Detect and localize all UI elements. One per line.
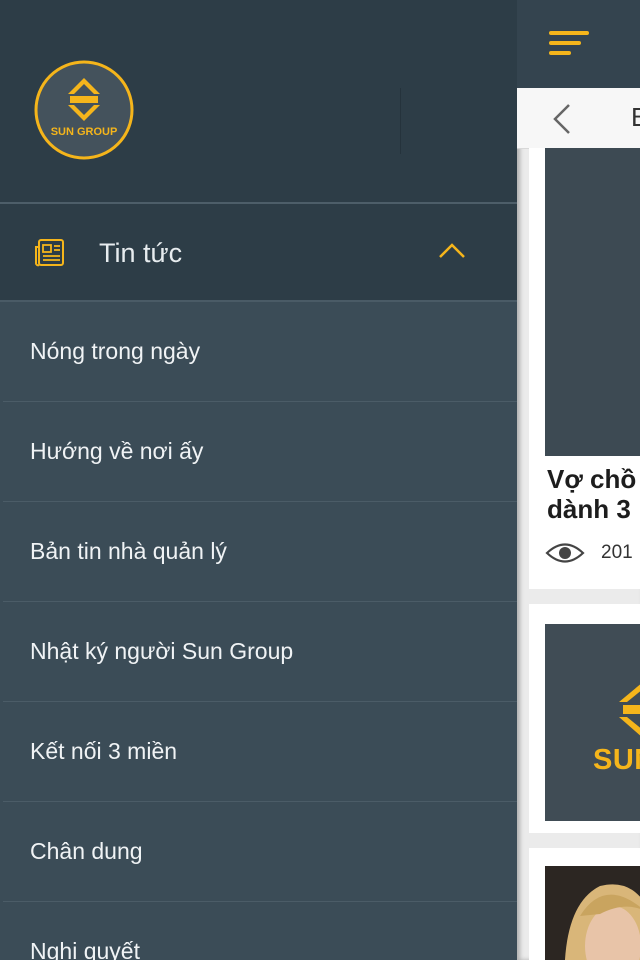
sun-group-logo[interactable]: SUN GROUP bbox=[34, 60, 134, 160]
article-image: SUN G bbox=[545, 624, 640, 821]
section-label: Tin tức bbox=[99, 238, 183, 268]
menu-icon[interactable] bbox=[548, 29, 590, 57]
menu-item-nhat-ky-nguoi-sun-group[interactable]: Nhật ký người Sun Group bbox=[3, 602, 517, 702]
article-card[interactable] bbox=[529, 848, 640, 960]
menu-item-huong-ve-noi-ay[interactable]: Hướng về nơi ấy bbox=[3, 402, 517, 502]
article-title: Vợ chồ dành 3 bbox=[547, 464, 637, 524]
nav-title: B bbox=[631, 102, 640, 132]
menu-item-label: Nghị quyết bbox=[30, 938, 140, 960]
article-card[interactable]: SUN G bbox=[529, 604, 640, 833]
menu-item-label: Chân dung bbox=[30, 838, 143, 864]
navigation-drawer: SUN GROUP Tin tức Nóng trong ngày Hướng … bbox=[0, 0, 517, 960]
menu-item-ket-noi-3-mien[interactable]: Kết nối 3 miền bbox=[3, 702, 517, 802]
drawer-header: SUN GROUP bbox=[0, 0, 517, 202]
divider bbox=[400, 88, 401, 154]
logo-text: SUN GROUP bbox=[51, 126, 118, 138]
menu-item-nghi-quyet[interactable]: Nghị quyết bbox=[3, 902, 517, 960]
menu-item-chan-dung[interactable]: Chân dung bbox=[3, 802, 517, 902]
menu-item-label: Nóng trong ngày bbox=[30, 338, 201, 364]
back-icon[interactable] bbox=[551, 103, 573, 135]
main-content: B Vợ chồ dành 3 201 SUN G bbox=[517, 0, 640, 960]
submenu-list: Nóng trong ngày Hướng về nơi ấy Bản tin … bbox=[0, 302, 517, 960]
menu-item-label: Hướng về nơi ấy bbox=[30, 438, 204, 464]
menu-item-ban-tin-nha-quan-ly[interactable]: Bản tin nhà quản lý bbox=[3, 502, 517, 602]
menu-item-label: Kết nối 3 miền bbox=[30, 738, 178, 764]
portrait-photo bbox=[545, 866, 640, 960]
top-bar bbox=[517, 0, 640, 88]
menu-item-nong-trong-ngay[interactable]: Nóng trong ngày bbox=[3, 302, 517, 402]
menu-item-label: Bản tin nhà quản lý bbox=[30, 538, 227, 564]
view-count: 201 bbox=[601, 542, 633, 563]
nav-bar: B bbox=[517, 88, 640, 149]
article-card[interactable]: Vợ chồ dành 3 201 bbox=[529, 148, 640, 589]
menu-item-label: Nhật ký người Sun Group bbox=[30, 638, 294, 664]
article-image bbox=[545, 148, 640, 456]
chevron-up-icon[interactable] bbox=[438, 241, 466, 261]
brand-text: SUN G bbox=[593, 744, 640, 776]
section-tin-tuc[interactable]: Tin tức bbox=[0, 204, 517, 300]
sun-group-logo bbox=[619, 684, 640, 736]
eye-icon bbox=[545, 543, 585, 563]
newspaper-icon bbox=[35, 239, 64, 267]
article-image bbox=[545, 866, 640, 960]
